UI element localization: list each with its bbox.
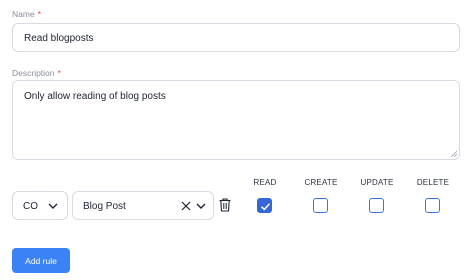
description-label-text: Description	[12, 68, 55, 78]
resize-handle-icon[interactable]	[450, 150, 457, 157]
trash-icon[interactable]	[219, 198, 231, 212]
update-checkbox[interactable]	[369, 198, 384, 213]
create-checkbox[interactable]	[313, 198, 328, 213]
add-rule-button-label: Add rule	[25, 255, 57, 266]
required-mark: *	[57, 68, 61, 78]
permission-header-delete: DELETE	[416, 178, 450, 187]
chevron-down-icon[interactable]	[47, 200, 59, 212]
name-label-text: Name	[12, 9, 35, 19]
read-checkbox[interactable]	[257, 198, 272, 213]
description-textarea-value: Only allow reading of blog posts	[24, 91, 166, 102]
action-select-value: CO	[23, 201, 38, 212]
chevron-down-icon[interactable]	[195, 200, 207, 212]
name-label: Name *	[12, 9, 41, 19]
description-label: Description *	[12, 68, 61, 78]
permission-header-update: UPDATE	[360, 178, 394, 187]
resource-select-value: Blog Post	[83, 201, 126, 212]
delete-checkbox[interactable]	[425, 198, 440, 213]
action-select[interactable]: CO	[12, 191, 68, 220]
name-input[interactable]: Read blogposts	[12, 23, 460, 52]
description-textarea[interactable]: Only allow reading of blog posts	[12, 80, 460, 160]
clear-icon[interactable]	[180, 200, 192, 212]
permission-header-create: CREATE	[304, 178, 338, 187]
resource-select[interactable]: Blog Post	[72, 191, 214, 220]
required-mark: *	[37, 9, 41, 19]
permission-header-read: READ	[253, 178, 277, 187]
checkmark-icon	[260, 203, 271, 211]
add-rule-button[interactable]: Add rule	[12, 248, 70, 273]
name-input-value: Read blogposts	[24, 33, 94, 44]
